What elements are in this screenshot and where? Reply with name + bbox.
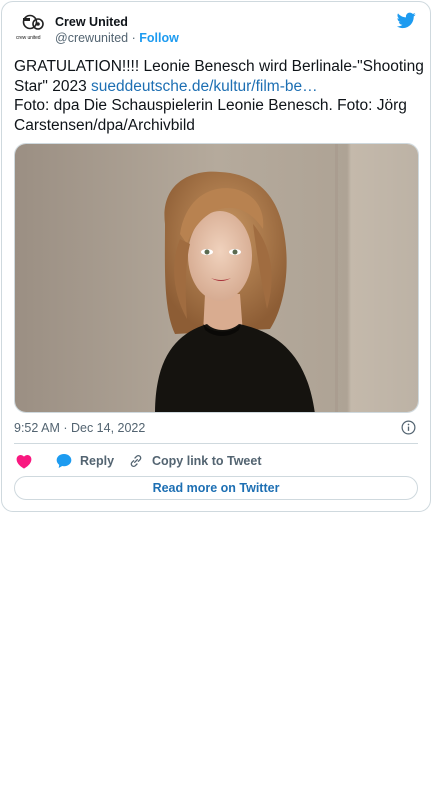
divider <box>14 443 418 444</box>
avatar[interactable]: crew united <box>14 12 52 48</box>
reply-button[interactable]: Reply <box>56 452 114 470</box>
twitter-bird-icon[interactable] <box>397 12 416 29</box>
tweet-text-line2: Foto: dpa Die Schauspielerin Leonie Bene… <box>14 97 407 134</box>
follow-button[interactable]: Follow <box>139 31 179 45</box>
tweet-header: crew united Crew United @crewunited · Fo… <box>14 12 418 48</box>
tweet-text: GRATULATION!!!! Leonie Benesch wird Berl… <box>14 57 424 135</box>
reply-label: Reply <box>80 454 115 468</box>
read-more-button[interactable]: Read more on Twitter <box>14 476 418 500</box>
link-icon <box>130 455 142 467</box>
author-name[interactable]: Crew United <box>55 15 128 29</box>
author-handle[interactable]: @crewunited <box>55 31 128 45</box>
heart-icon <box>16 454 32 469</box>
separator-dot: · <box>131 31 136 45</box>
tweet-photo[interactable] <box>14 143 419 413</box>
copy-link-button[interactable]: Copy link to Tweet <box>128 452 262 470</box>
speech-bubble-icon <box>56 454 72 468</box>
tweet-timestamp[interactable]: 9:52 AM · Dec 14, 2022 <box>14 421 145 435</box>
crew-united-logo-icon <box>22 14 44 30</box>
tweet-link[interactable]: sueddeutsche.de/kultur/film-be… <box>91 78 318 95</box>
author-handle-line: @crewunited · Follow <box>55 31 179 45</box>
tweet-embed-card: crew united Crew United @crewunited · Fo… <box>1 1 431 512</box>
portrait-photo-image <box>15 144 418 412</box>
tweet-actions: Reply Copy link to Tweet <box>14 452 418 470</box>
copy-link-label: Copy link to Tweet <box>152 454 262 468</box>
like-button[interactable] <box>16 452 40 470</box>
avatar-label: crew united <box>16 35 41 41</box>
info-icon[interactable] <box>401 420 416 435</box>
